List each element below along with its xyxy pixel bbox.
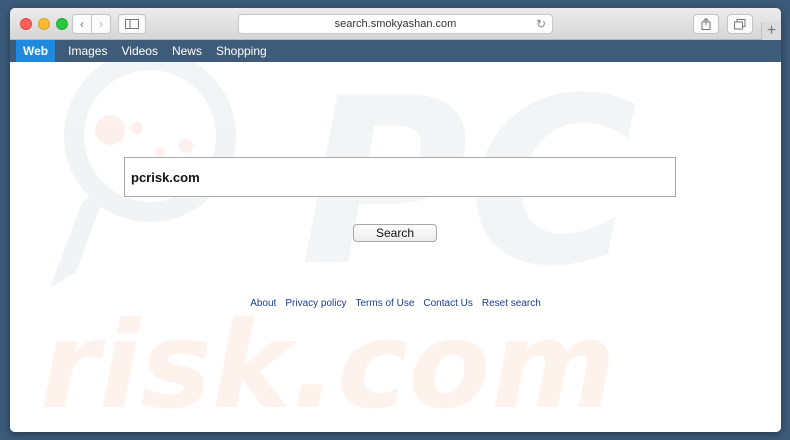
nav-images[interactable]: Images [61, 40, 114, 62]
sidebar-toggle-button[interactable] [118, 14, 146, 34]
pcrisk-watermark: PC risk.com [40, 62, 637, 432]
sidebar-icon [125, 19, 139, 29]
forward-button[interactable]: › [91, 14, 111, 34]
share-button[interactable] [693, 14, 719, 34]
url-text: search.smokyashan.com [334, 18, 457, 30]
nav-news[interactable]: News [165, 40, 209, 62]
search-button[interactable]: Search [353, 224, 437, 242]
nav-videos[interactable]: Videos [114, 40, 164, 62]
footer-link-contact[interactable]: Contact Us [423, 298, 472, 309]
footer-link-privacy[interactable]: Privacy policy [285, 298, 346, 309]
watermark-text-risk: risk.com [40, 297, 616, 432]
nav-shopping[interactable]: Shopping [209, 40, 274, 62]
back-button[interactable]: ‹ [72, 14, 92, 34]
plus-icon: + [766, 22, 777, 39]
nav-web[interactable]: Web [16, 40, 56, 62]
browser-window: ‹ › search.smokyashan.com ↻ + Web Images… [10, 8, 781, 432]
chevron-right-icon: › [99, 17, 103, 31]
address-bar[interactable]: search.smokyashan.com ↻ [238, 14, 553, 34]
share-icon [701, 18, 711, 30]
footer-link-about[interactable]: About [250, 298, 276, 309]
footer-link-reset-search[interactable]: Reset search [482, 298, 541, 309]
search-input[interactable] [124, 157, 676, 197]
tabs-icon [734, 18, 746, 29]
show-tabs-button[interactable] [727, 14, 753, 34]
chevron-left-icon: ‹ [80, 17, 84, 31]
minimize-window-button[interactable] [38, 18, 50, 30]
maximize-window-button[interactable] [56, 18, 68, 30]
reload-icon[interactable]: ↻ [536, 17, 546, 31]
new-tab-button[interactable]: + [761, 22, 781, 40]
page-content: PC risk.com Search About Privacy policy … [10, 62, 781, 432]
footer-links: About Privacy policy Terms of Use Contac… [10, 298, 781, 309]
close-window-button[interactable] [20, 18, 32, 30]
search-category-nav: Web Images Videos News Shopping [10, 40, 781, 62]
footer-link-terms[interactable]: Terms of Use [355, 298, 414, 309]
browser-titlebar: ‹ › search.smokyashan.com ↻ + [10, 8, 781, 40]
